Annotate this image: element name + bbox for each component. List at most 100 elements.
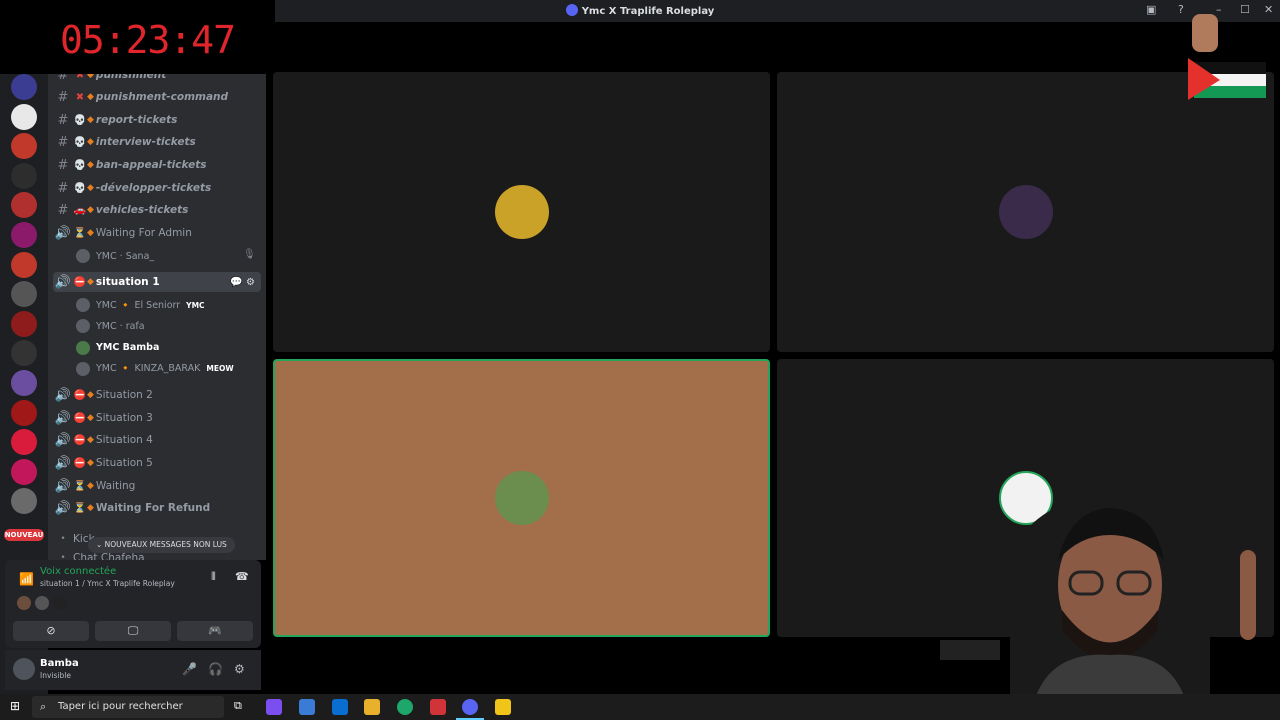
channel-item[interactable]: # 💀 ◆ interview-tickets [53, 132, 261, 152]
close-button[interactable]: ✕ [1264, 3, 1273, 16]
server-icon[interactable] [11, 192, 37, 219]
activity-button[interactable]: 🎮 [177, 621, 253, 641]
voice-status: Voix connectée [40, 566, 117, 577]
waiting-member[interactable]: YMC · Sana_ [76, 247, 154, 265]
voice-member[interactable]: YMC · rafa [76, 317, 145, 335]
channel-situation-1[interactable]: 🔊 ⛔ ◆ situation 1 💬 ⚙ [53, 272, 261, 292]
server-icon[interactable] [11, 370, 37, 396]
hash-icon: # [57, 89, 69, 105]
server-icon[interactable] [11, 399, 37, 426]
server-icon[interactable] [11, 74, 37, 100]
channel-item[interactable]: # 💀 ◆ report-tickets [53, 110, 261, 130]
timer-text: 05:23:47 [60, 18, 236, 62]
speaker-icon: 🔊 [54, 500, 72, 516]
server-icon[interactable] [11, 458, 37, 485]
voice-channel-item[interactable]: 🔊 ⛔ ◆ Situation 4 [53, 430, 261, 450]
voice-channel-item[interactable]: 🔊 ⏳ ◆ Waiting For Refund [53, 498, 261, 518]
diamond-icon: ◆ [87, 160, 94, 170]
server-icon[interactable] [11, 103, 37, 130]
video-tile-3-speaking[interactable] [273, 359, 770, 637]
participant-avatar [494, 185, 549, 239]
participant-avatar [998, 185, 1053, 239]
channel-item[interactable]: # 💀 ◆ ban-appeal-tickets [53, 155, 261, 175]
voice-channel-item[interactable]: 🔊 ⛔ ◆ Situation 3 [53, 408, 261, 428]
participant-avatar [494, 471, 549, 525]
app-icon[interactable] [430, 699, 446, 715]
help-icon[interactable]: ? [1178, 3, 1184, 16]
channel-item[interactable]: # 💀 ◆ -développer-tickets [53, 178, 261, 198]
voice-channel-item[interactable]: 🔊 ⏳ ◆ Waiting [53, 476, 261, 496]
chat-icon[interactable]: 💬 ⚙ [230, 277, 255, 288]
server-icon[interactable] [11, 222, 37, 248]
channel-item[interactable]: # ✖ ◆ punishment [53, 74, 261, 85]
voice-member[interactable]: YMC Bamba [76, 339, 159, 357]
channel-item[interactable]: 🔊 ⏳ ◆ Waiting For Admin [53, 223, 261, 243]
channel-emoji-icon: ✖ [75, 74, 85, 81]
speaker-icon: 🔊 [54, 478, 72, 494]
disconnect-icon[interactable]: ☎ [235, 570, 249, 583]
channel-emoji-icon: ⏳ [73, 227, 87, 239]
channel-emoji-icon: ✖ [75, 91, 85, 103]
speaker-icon: 🔊 [54, 225, 72, 241]
screen: Ymc X Traplife Roleplay ▣ ? – ☐ ✕ 05:23:… [0, 0, 1280, 720]
windows-start-icon[interactable]: ⊞ [10, 699, 20, 713]
voice-channel-item[interactable]: 🔊 ⛔ ◆ Situation 5 [53, 453, 261, 473]
settings-icon[interactable]: ⚙ [234, 662, 245, 676]
hash-icon: # [57, 112, 69, 128]
edge-icon[interactable] [397, 699, 413, 715]
diamond-icon: ◆ [87, 458, 94, 468]
maximize-button[interactable]: ☐ [1240, 3, 1250, 16]
server-icon[interactable] [11, 162, 37, 189]
hourglass-icon: ⏳ [73, 480, 87, 492]
voice-member[interactable]: YMC 🔸 El Seniorr YMC [76, 296, 205, 314]
avatar [76, 298, 90, 312]
dot-icon: • [60, 553, 66, 560]
video-tile-2[interactable] [777, 72, 1274, 352]
diamond-icon: ◆ [87, 74, 94, 80]
copilot-icon[interactable] [266, 699, 282, 715]
file-explorer-icon[interactable] [364, 699, 380, 715]
discord-logo-icon [565, 4, 578, 16]
hash-icon: # [57, 180, 69, 196]
noise-suppression-icon[interactable]: ⦀ [211, 570, 216, 584]
server-icon[interactable] [11, 340, 37, 367]
server-icon[interactable] [11, 133, 37, 160]
signal-icon[interactable]: 📶 [19, 572, 34, 586]
task-view-icon[interactable]: ⧉ [234, 699, 242, 713]
server-icon[interactable] [11, 429, 37, 456]
inbox-icon[interactable]: ▣ [1146, 3, 1156, 16]
media-app-icon[interactable] [495, 699, 511, 715]
avatar[interactable] [13, 658, 35, 680]
channel-emoji-icon: 💀 [73, 114, 87, 126]
avatar [35, 596, 49, 610]
speaker-icon: 🔊 [54, 410, 72, 426]
diamond-icon: ◆ [87, 390, 94, 400]
channel-item[interactable]: # ✖ ◆ punishment-command [53, 87, 261, 107]
channel-emoji-icon: 🚗 [73, 204, 87, 216]
video-tile-1[interactable] [273, 72, 770, 352]
voice-member[interactable]: YMC 🔸 KINZA_BARAK MEOW [76, 360, 234, 378]
diamond-icon: ◆ [87, 435, 94, 445]
minimize-button[interactable]: – [1216, 3, 1222, 16]
avatar [76, 319, 90, 334]
channel-item[interactable]: # 🚗 ◆ vehicles-tickets [53, 200, 261, 220]
discord-taskbar-icon[interactable] [462, 699, 478, 715]
microphone-icon[interactable]: 🎤 [182, 662, 197, 676]
channel-emoji-icon: 💀 [73, 159, 87, 171]
diamond-icon: ◆ [87, 277, 94, 287]
store-icon[interactable] [299, 699, 315, 715]
speaker-icon: 🔊 [54, 432, 72, 448]
headphones-icon[interactable]: 🎧 [208, 662, 223, 676]
taskbar-search-input[interactable]: ⌕ Taper ici pour rechercher [32, 696, 224, 718]
server-icon[interactable] [11, 281, 37, 308]
voice-location[interactable]: situation 1 / Ymc X Traplife Roleplay [40, 579, 175, 588]
screen-share-button[interactable]: 🖵 [95, 621, 171, 641]
webcam-overlay [940, 495, 1256, 720]
server-icon[interactable] [11, 488, 37, 515]
outlook-icon[interactable] [332, 699, 348, 715]
server-icon[interactable] [11, 251, 37, 278]
voice-channel-item[interactable]: 🔊 ⛔ ◆ Situation 2 [53, 385, 261, 405]
camera-button[interactable]: ⊘ [13, 621, 89, 641]
new-messages-button[interactable]: ⌄ NOUVEAUX MESSAGES NON LUS [88, 537, 235, 553]
server-icon[interactable] [11, 310, 37, 337]
